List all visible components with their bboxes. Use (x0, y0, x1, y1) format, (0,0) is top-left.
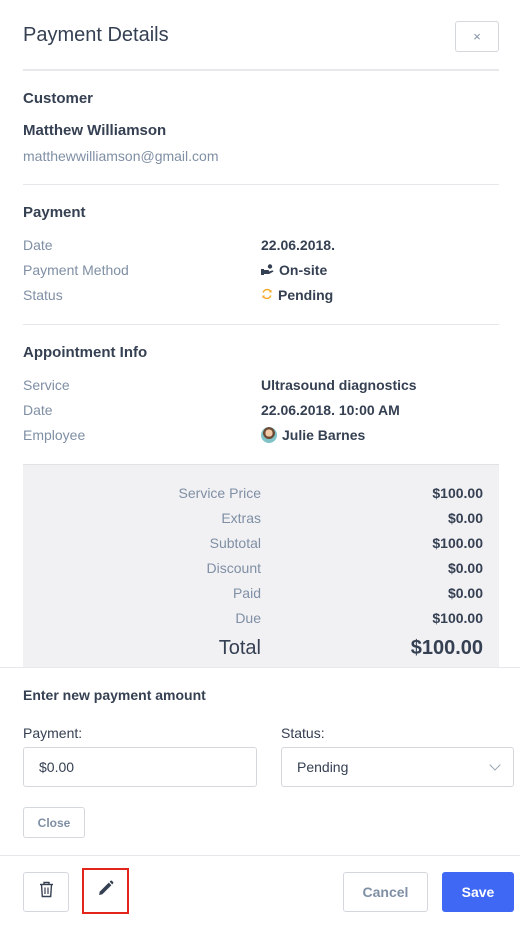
price-summary: Service Price $100.00 Extras $0.00 Subto… (23, 464, 499, 667)
status-select[interactable]: Pending (281, 747, 514, 787)
service-label: Service (23, 377, 70, 393)
payment-field-label: Payment: (23, 725, 83, 741)
appointment-date-label: Date (23, 402, 53, 418)
payment-method-value: On-site (261, 262, 327, 278)
appointment-date-text: 22.06.2018. 10:00 AM (261, 402, 400, 418)
trash-icon (39, 881, 54, 903)
payment-method-text: On-site (279, 262, 328, 278)
divider (23, 184, 499, 185)
due-label: Due (235, 610, 261, 626)
customer-name: Matthew Williamson (23, 122, 167, 139)
payment-date-text: 22.06.2018. (261, 237, 335, 253)
extras-label: Extras (221, 510, 261, 526)
chevron-down-icon (489, 759, 501, 771)
divider (23, 324, 499, 325)
payment-amount-input[interactable] (23, 747, 257, 787)
payment-section-title: Payment (23, 204, 86, 221)
payment-status-value: Pending (261, 287, 333, 303)
discount-value: $0.00 (447, 560, 483, 576)
service-value: Ultrasound diagnostics (261, 377, 417, 393)
payment-method-label: Payment Method (23, 262, 129, 278)
service-price-label: Service Price (178, 485, 261, 501)
appointment-date-value: 22.06.2018. 10:00 AM (261, 402, 400, 418)
delete-button[interactable] (23, 872, 69, 912)
edit-button[interactable] (82, 868, 129, 914)
appointment-section-title: Appointment Info (23, 344, 148, 361)
status-select-value: Pending (297, 759, 349, 775)
payment-status-label: Status (23, 287, 63, 303)
discount-label: Discount (206, 560, 261, 576)
total-value: $100.00 (410, 637, 483, 659)
payment-date-label: Date (23, 237, 53, 253)
payment-date-value: 22.06.2018. (261, 237, 335, 253)
employee-label: Employee (23, 427, 86, 443)
modal-header: Payment Details × (23, 0, 499, 71)
status-field-label: Status: (281, 725, 325, 741)
close-icon[interactable]: × (455, 21, 499, 52)
avatar (261, 427, 277, 443)
paid-value: $0.00 (447, 585, 483, 601)
paid-label: Paid (232, 585, 261, 601)
subtotal-value: $100.00 (432, 535, 483, 551)
service-text: Ultrasound diagnostics (261, 377, 417, 393)
service-price-value: $100.00 (432, 485, 483, 501)
due-value: $100.00 (432, 610, 483, 626)
payment-status-text: Pending (278, 287, 334, 303)
subtotal-label: Subtotal (209, 535, 261, 551)
extras-value: $0.00 (447, 510, 483, 526)
customer-email: matthewwilliamson@gmail.com (23, 148, 219, 164)
close-button[interactable]: Close (23, 807, 85, 838)
pencil-icon (97, 880, 114, 902)
total-label: Total (218, 637, 261, 659)
new-payment-title: Enter new payment amount (23, 687, 206, 703)
page-title: Payment Details (23, 24, 169, 46)
employee-name: Julie Barnes (282, 427, 366, 443)
cancel-button[interactable]: Cancel (343, 872, 428, 912)
refresh-pending-icon (261, 287, 273, 303)
save-button[interactable]: Save (442, 872, 514, 912)
employee-value: Julie Barnes (261, 427, 365, 443)
hand-cash-icon (261, 262, 274, 278)
customer-section-title: Customer (23, 90, 94, 107)
